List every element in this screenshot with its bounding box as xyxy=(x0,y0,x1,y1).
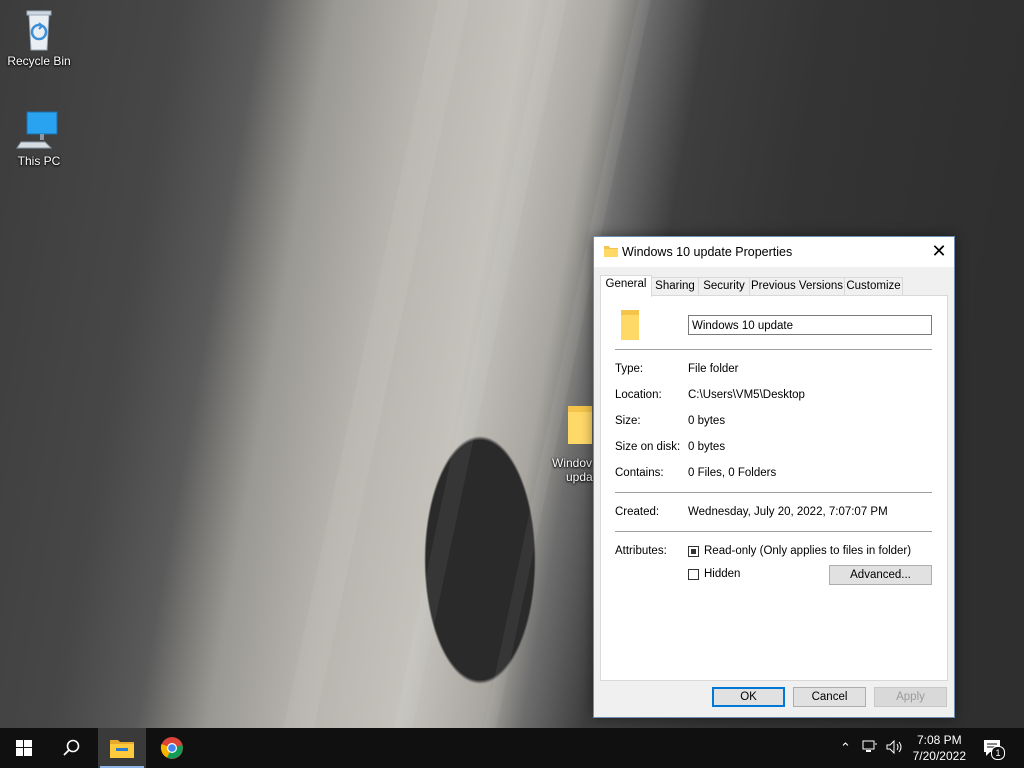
folder-icon xyxy=(604,245,618,257)
recycle-bin-desktop-icon[interactable]: Recycle Bin xyxy=(1,8,77,68)
indeterminate-mark xyxy=(691,549,696,554)
start-button[interactable] xyxy=(0,728,46,768)
clock[interactable]: 7:08 PM 7/20/2022 xyxy=(913,732,966,764)
clock-time: 7:08 PM xyxy=(916,733,962,747)
size-value: 0 bytes xyxy=(688,415,726,427)
tab-general[interactable]: General xyxy=(600,275,652,297)
this-pc-desktop-icon[interactable]: This PC xyxy=(1,108,77,168)
file-explorer-icon xyxy=(110,738,134,761)
computer-icon xyxy=(15,108,63,152)
file-explorer-taskbar-button[interactable] xyxy=(98,728,146,768)
location-value: C:\Users\VM5\Desktop xyxy=(688,389,805,401)
readonly-label: Read-only (Only applies to files in fold… xyxy=(704,545,912,557)
dialog-title: Windows 10 update Properties xyxy=(622,245,793,259)
ok-button[interactable]: OK xyxy=(712,687,785,707)
created-value: Wednesday, July 20, 2022, 7:07:07 PM xyxy=(688,506,888,518)
hidden-checkbox[interactable] xyxy=(688,569,699,580)
contains-value: 0 Files, 0 Folders xyxy=(688,467,777,479)
action-center-button[interactable]: 1 xyxy=(982,738,1005,760)
tab-sharing[interactable]: Sharing xyxy=(651,277,699,296)
advanced-button[interactable]: Advanced... xyxy=(829,565,932,585)
folder-label-line1: Windov xyxy=(552,456,593,470)
properties-dialog: Windows 10 update Properties ✕ General S… xyxy=(593,236,955,718)
taskbar: ⌃ 7:08 PM 7/20/2022 1 xyxy=(0,728,1024,768)
tab-security[interactable]: Security xyxy=(698,277,750,296)
close-button[interactable]: ✕ xyxy=(924,237,954,267)
readonly-checkbox[interactable] xyxy=(688,546,699,557)
folder-icon xyxy=(568,404,592,444)
cancel-button[interactable]: Cancel xyxy=(793,687,866,707)
folder-large-icon xyxy=(619,310,641,343)
chevron-up-icon[interactable]: ⌃ xyxy=(840,740,851,756)
apply-button[interactable]: Apply xyxy=(874,687,947,707)
type-label: Type: xyxy=(615,363,644,375)
chrome-icon xyxy=(160,736,184,763)
notification-count-badge: 1 xyxy=(991,746,1005,760)
dialog-titlebar[interactable]: Windows 10 update Properties ✕ xyxy=(594,237,954,267)
separator xyxy=(615,492,932,493)
clock-date: 7/20/2022 xyxy=(912,749,966,763)
created-label: Created: xyxy=(615,506,660,518)
size-label: Size: xyxy=(615,415,641,427)
start-icon xyxy=(16,740,32,759)
folder-label-line2: upda xyxy=(566,470,593,484)
folder-name-input[interactable]: Windows 10 update xyxy=(688,315,932,335)
size-on-disk-value: 0 bytes xyxy=(688,441,726,453)
volume-icon[interactable] xyxy=(886,739,904,757)
search-icon xyxy=(63,739,81,760)
attributes-label: Attributes: xyxy=(615,545,667,557)
this-pc-label: This PC xyxy=(17,154,61,168)
contains-label: Contains: xyxy=(615,467,664,479)
separator xyxy=(615,531,932,532)
tab-customize[interactable]: Customize xyxy=(844,277,903,296)
size-on-disk-label: Size on disk: xyxy=(615,441,681,453)
type-value: File folder xyxy=(688,363,739,375)
chrome-taskbar-button[interactable] xyxy=(148,728,196,768)
location-label: Location: xyxy=(615,389,662,401)
search-button[interactable] xyxy=(48,728,94,768)
general-tab-page: Windows 10 update Type: File folder Loca… xyxy=(600,295,948,681)
tab-previous-versions[interactable]: Previous Versions xyxy=(749,277,845,296)
hidden-label: Hidden xyxy=(704,568,741,580)
recycle-bin-icon xyxy=(15,8,63,52)
separator xyxy=(615,349,932,350)
network-icon[interactable] xyxy=(862,740,878,757)
recycle-bin-label: Recycle Bin xyxy=(7,54,71,68)
